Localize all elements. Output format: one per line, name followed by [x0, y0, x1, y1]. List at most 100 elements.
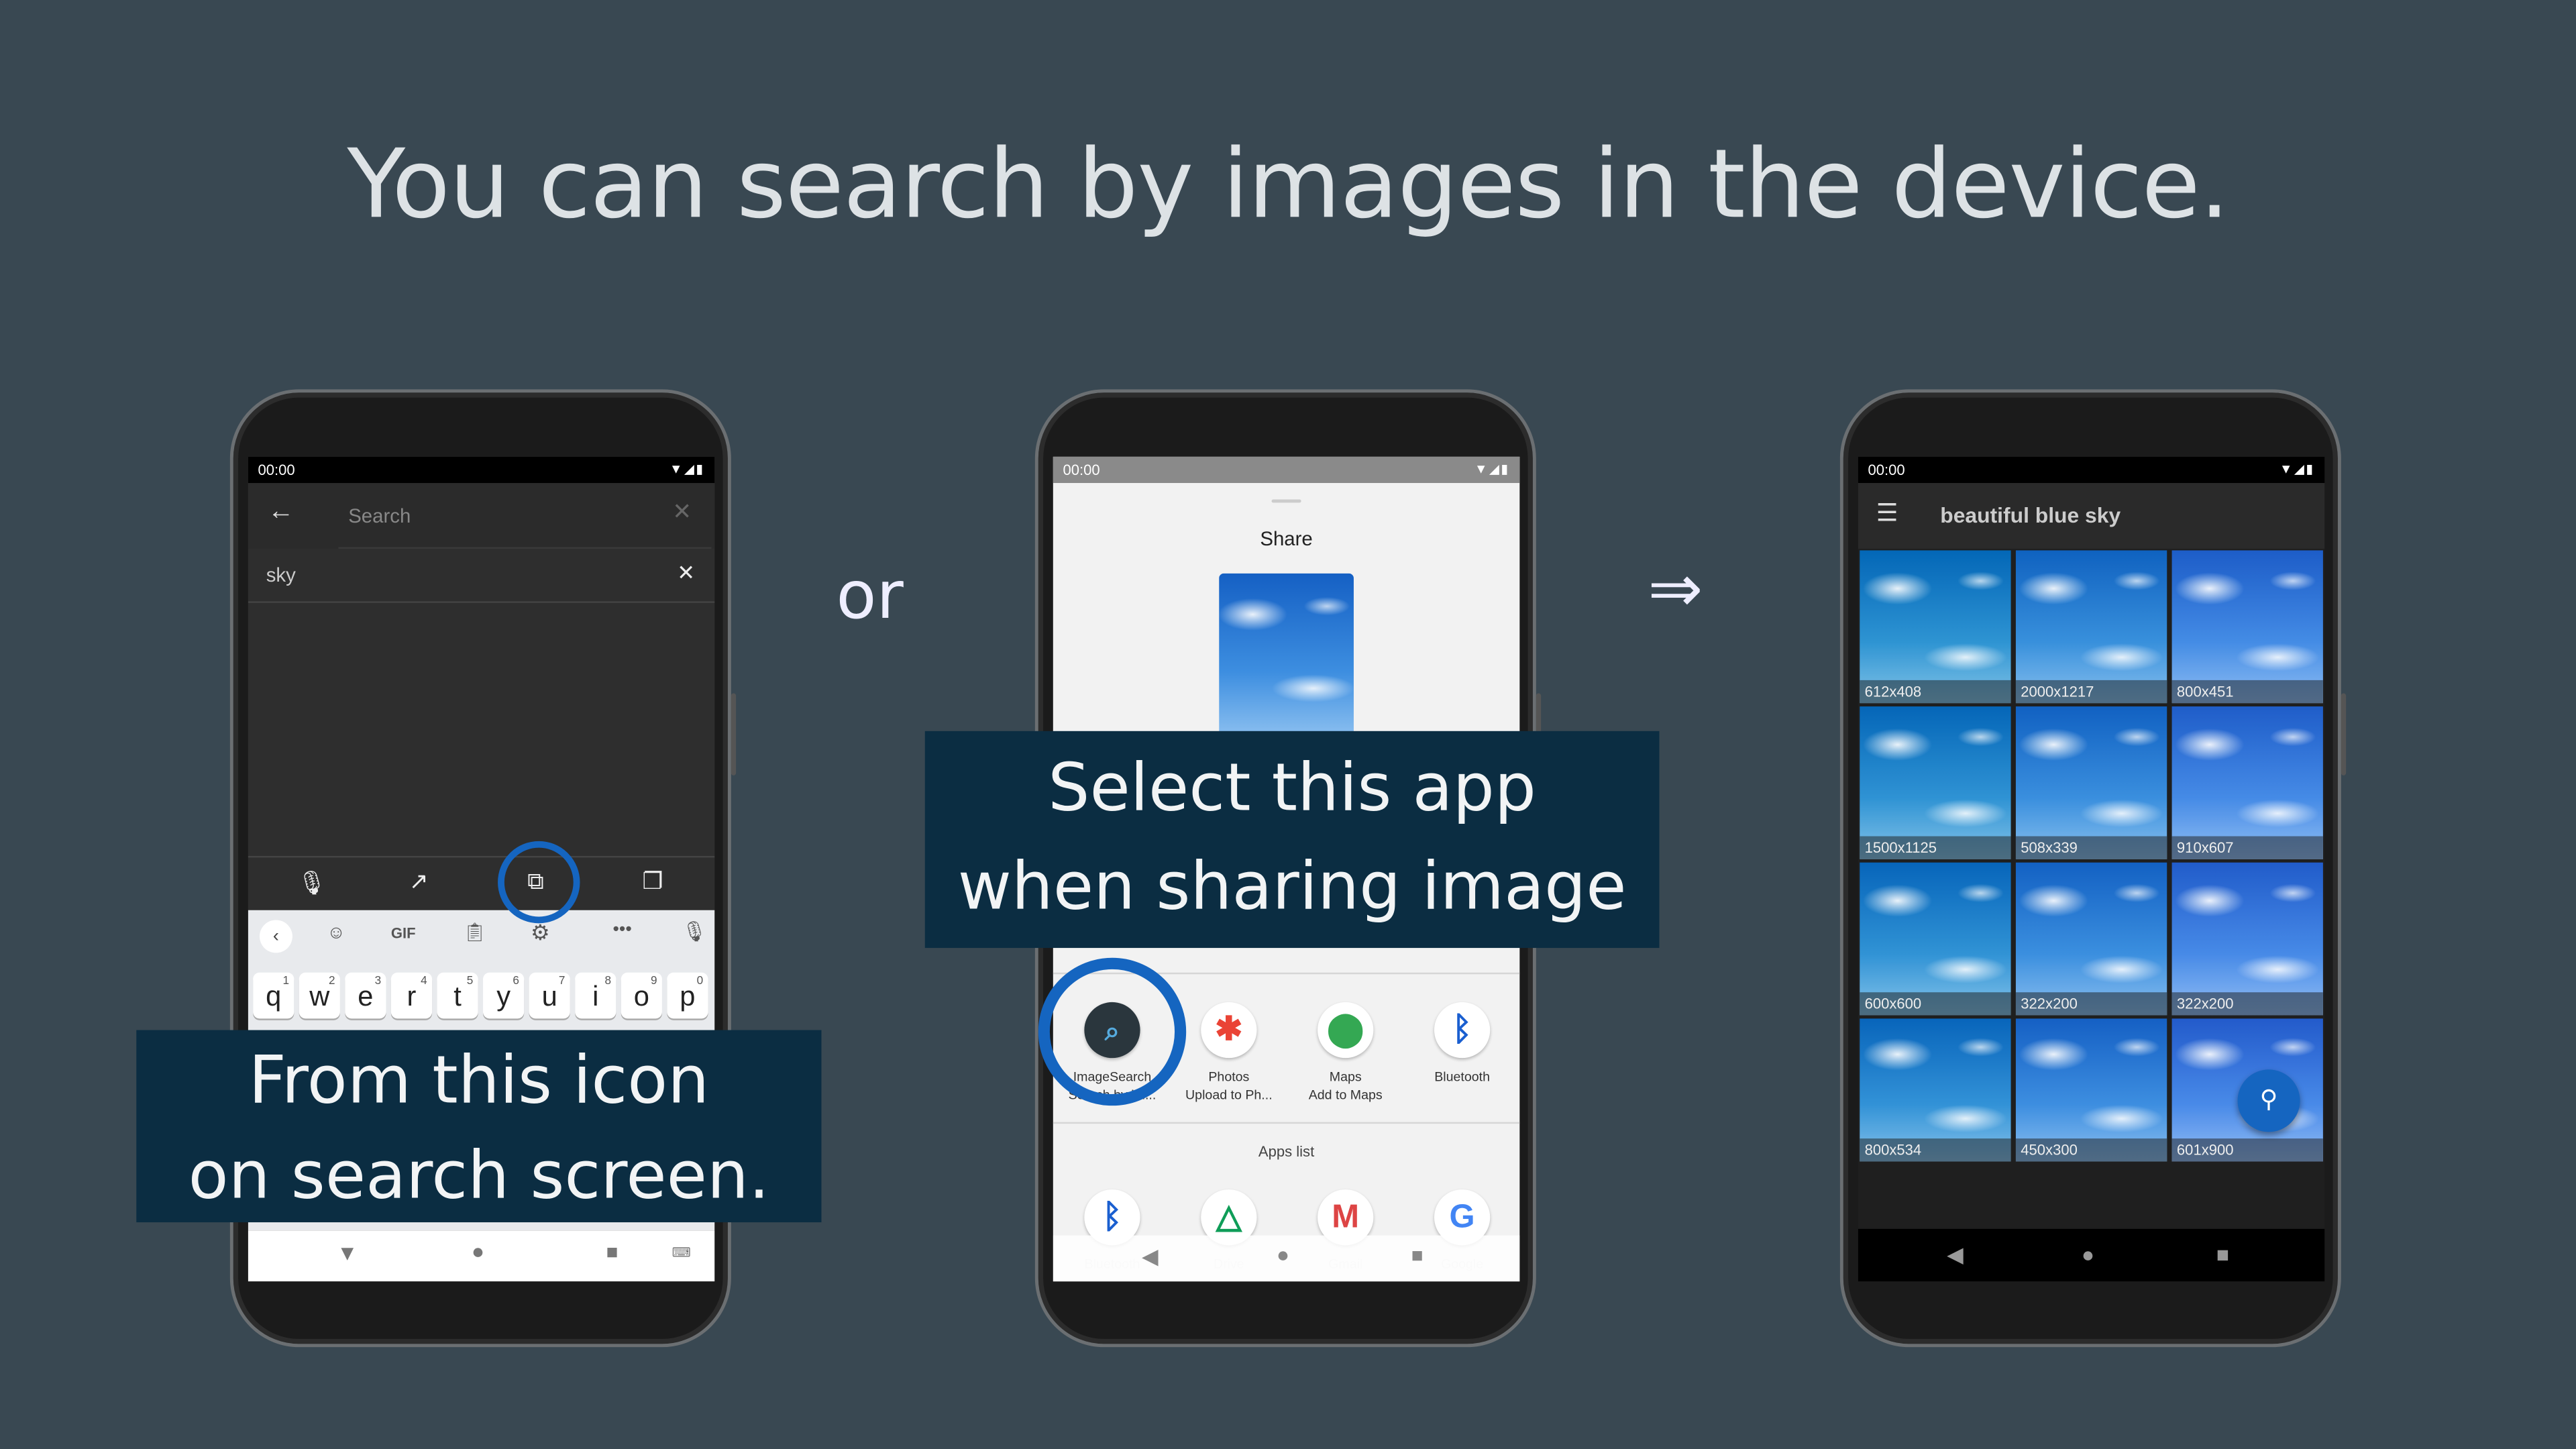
gif-button[interactable]: GIF	[391, 925, 416, 941]
settings-icon[interactable]: ⚙	[531, 920, 550, 946]
key-i[interactable]: i8	[575, 972, 616, 1019]
app-name: Bluetooth	[1434, 1069, 1491, 1085]
image-result[interactable]: 508x339	[2015, 706, 2167, 859]
more-icon[interactable]: •••	[612, 920, 631, 939]
search-icon: ⚲	[2259, 1085, 2278, 1114]
image-result[interactable]: 612x408	[1860, 550, 2011, 704]
key-u[interactable]: u7	[529, 972, 570, 1019]
key-letter: e	[358, 981, 374, 1012]
key-y[interactable]: y6	[483, 972, 525, 1019]
maps-icon: ⬤	[1318, 1002, 1374, 1059]
key-letter: r	[407, 981, 417, 1012]
highlight-ring	[1038, 957, 1187, 1106]
nav-bar: ◀ ● ■	[1858, 1228, 2325, 1282]
clear-icon[interactable]: ✕	[672, 498, 692, 526]
keyboard-switch-icon[interactable]: ⌨	[672, 1245, 691, 1260]
history-item[interactable]: sky ✕	[248, 549, 715, 603]
caption-line: Select this app	[1048, 751, 1536, 826]
image-size-label: 2000x1217	[2015, 680, 2167, 704]
keyboard-mic-icon[interactable]: 🎙︎	[682, 920, 706, 943]
caption-line: on search screen.	[188, 1138, 770, 1214]
image-result[interactable]: 322x200	[2015, 862, 2167, 1016]
arrow-icon: ⇒	[1648, 553, 1703, 627]
image-result[interactable]: 2000x1217	[2015, 550, 2167, 704]
app-action: Add to Maps	[1308, 1087, 1383, 1103]
search-bar: ← Search ✕	[248, 483, 715, 549]
share-target-maps[interactable]: ⬤ Maps Add to Maps	[1288, 1002, 1403, 1104]
image-result[interactable]: 1500x1125	[1860, 706, 2011, 859]
status-bar: 00:00 ▼◢▮	[1858, 456, 2325, 484]
apps-list-label: Apps list	[1258, 1143, 1315, 1160]
key-hint: 2	[329, 975, 335, 987]
shared-image-preview	[1219, 573, 1354, 738]
key-q[interactable]: q1	[253, 972, 294, 1019]
key-hint: 9	[651, 975, 657, 987]
key-hint: 4	[421, 975, 427, 987]
key-letter: y	[496, 981, 511, 1012]
or-label: or	[836, 558, 904, 635]
image-result[interactable]: 800x451	[2171, 550, 2323, 704]
copy-icon[interactable]: ❐	[643, 867, 663, 896]
image-result[interactable]: 450x300	[2015, 1018, 2167, 1162]
image-size-label: 910x607	[2171, 836, 2323, 859]
back-nav-icon[interactable]: ▼	[337, 1240, 358, 1265]
image-size-label: 322x200	[2171, 992, 2323, 1016]
image-size-label: 612x408	[1860, 680, 2011, 704]
key-r[interactable]: r4	[390, 972, 433, 1019]
mic-icon[interactable]: 🎙︎	[297, 869, 327, 898]
bluetooth-icon: ᛒ	[1434, 1002, 1491, 1059]
phone-results: 00:00 ▼◢▮ ☰ beautiful blue sky 612x408 200…	[1839, 389, 2347, 1348]
collapse-icon[interactable]: ‹	[259, 920, 292, 953]
share-target-bluetooth[interactable]: ᛒ Bluetooth	[1405, 1002, 1519, 1086]
key-letter: q	[266, 981, 282, 1012]
photos-icon: ✱	[1201, 1002, 1257, 1059]
status-icons: ▼◢▮	[1474, 462, 1510, 477]
caption-share: Select this app when sharing image	[924, 731, 1660, 949]
key-letter: w	[309, 981, 330, 1012]
key-letter: o	[633, 981, 649, 1012]
image-size-label: 800x534	[1860, 1138, 2011, 1162]
key-hint: 0	[696, 975, 704, 987]
image-size-label: 1500x1125	[1860, 836, 2011, 859]
image-result[interactable]: 322x200	[2171, 862, 2323, 1016]
back-arrow-icon[interactable]: ←	[268, 498, 294, 527]
search-input[interactable]: Search	[348, 504, 411, 527]
image-result[interactable]: 800x534	[1860, 1018, 2011, 1162]
back-nav-icon[interactable]: ◀	[1947, 1242, 1963, 1268]
key-hint: 8	[604, 975, 612, 987]
share-target-photos[interactable]: ✱ Photos Upload to Ph...	[1171, 1002, 1286, 1104]
recents-nav-icon[interactable]: ■	[2216, 1242, 2229, 1267]
recents-nav-icon[interactable]: ■	[606, 1240, 619, 1263]
caption-line: when sharing image	[957, 849, 1627, 925]
search-fab[interactable]: ⚲	[2237, 1069, 2300, 1132]
image-size-label: 600x600	[1860, 992, 2011, 1016]
home-nav-icon[interactable]: ●	[472, 1239, 484, 1264]
image-result[interactable]: 910x607	[2171, 706, 2323, 859]
key-o[interactable]: o9	[621, 972, 662, 1019]
sticker-icon[interactable]: ☺	[327, 923, 345, 943]
back-nav-icon[interactable]: ◀	[1142, 1244, 1158, 1270]
remove-history-icon[interactable]: ✕	[677, 560, 695, 586]
nav-bar: ◀ ● ■	[1053, 1235, 1520, 1282]
clipboard-icon[interactable]: 📋︎	[464, 922, 486, 943]
key-e[interactable]: e3	[345, 972, 386, 1019]
key-p[interactable]: p0	[667, 972, 708, 1019]
app-action: Upload to Ph...	[1185, 1087, 1273, 1103]
key-hint: 3	[374, 975, 382, 987]
trending-icon[interactable]: ↗	[409, 867, 429, 896]
status-icons: ▼◢▮	[669, 462, 705, 477]
caption-search: From this icon on search screen.	[136, 1030, 822, 1223]
menu-icon[interactable]: ☰	[1876, 498, 1898, 527]
key-letter: t	[453, 981, 462, 1012]
key-letter: p	[680, 981, 696, 1012]
key-letter: i	[592, 981, 599, 1012]
home-nav-icon[interactable]: ●	[1277, 1242, 1289, 1267]
key-t[interactable]: t5	[437, 972, 478, 1019]
drag-handle[interactable]	[1271, 499, 1301, 503]
image-size-label: 508x339	[2015, 836, 2167, 859]
home-nav-icon[interactable]: ●	[2082, 1242, 2094, 1267]
key-w[interactable]: w2	[299, 972, 340, 1019]
query-title: beautiful blue sky	[1940, 502, 2121, 528]
recents-nav-icon[interactable]: ■	[1411, 1244, 1424, 1267]
image-result[interactable]: 600x600	[1860, 862, 2011, 1016]
